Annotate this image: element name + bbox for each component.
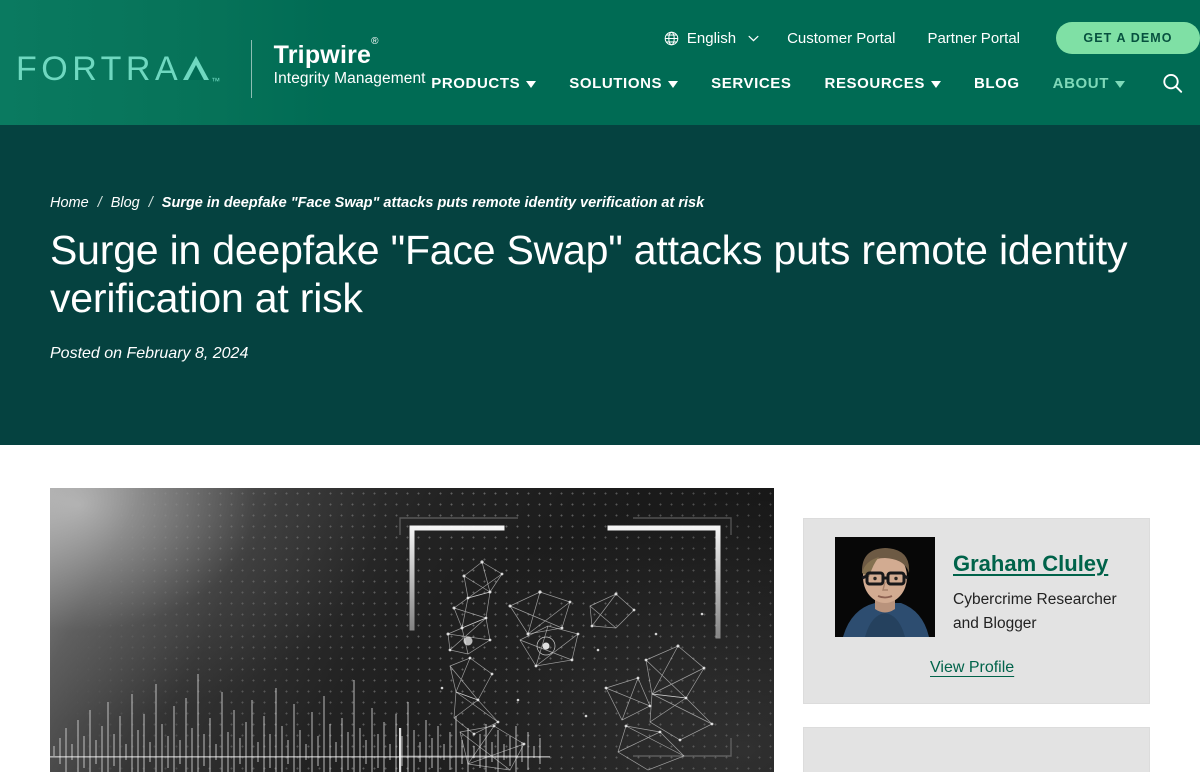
page-title: Surge in deepfake "Face Swap" attacks pu… [50,227,1128,321]
caret-down-icon [930,81,941,88]
partner-portal-link[interactable]: Partner Portal [927,30,1020,47]
chevron-down-icon [748,35,759,41]
fortra-triangle-icon [183,55,210,80]
language-label: English [686,29,737,47]
publish-date: Posted on February 8, 2024 [50,344,249,362]
search-button[interactable] [1161,72,1184,95]
article-hero-image [50,488,774,772]
author-role: Cybercrime Researcher and Blogger [953,591,1117,633]
tripwire-name: Tripwire® [273,36,426,69]
caret-down-icon [1115,81,1125,88]
tripwire-text: Tripwire [273,40,372,69]
author-name-link[interactable]: Graham Cluley [953,551,1108,576]
nav-item-solutions[interactable]: SOLUTIONS [569,75,679,92]
site-header: FORTRA ™ Tripwire® Integrity Management E… [0,0,1200,125]
article-column [50,488,774,772]
nav-label: PRODUCTS [431,75,521,92]
logo-divider [250,40,252,98]
nav-label: SERVICES [711,75,792,92]
author-card: Graham Cluley Cybercrime Researcher and … [803,518,1150,704]
nav-label: RESOURCES [824,75,925,92]
nav-label: SOLUTIONS [569,75,663,92]
author-portrait [835,537,935,637]
nav-item-services[interactable]: SERVICES [711,75,791,92]
breadcrumb: Home / Blog / Surge in deepfake "Face Sw… [50,195,1150,211]
content-area: Graham Cluley Cybercrime Researcher and … [0,445,1200,772]
get-a-demo-button[interactable]: GET A DEMO [1056,22,1200,54]
nav-label: ABOUT [1052,75,1109,92]
breadcrumb-blog[interactable]: Blog [111,195,140,211]
breadcrumb-separator: / [148,195,153,211]
view-profile-link[interactable]: View Profile [930,659,1014,677]
main-navigation: PRODUCTS SOLUTIONS SERVICES RESOURCES BL… [398,72,1184,95]
breadcrumb-separator: / [97,195,102,211]
fortra-wordmark: FORTRA ™ [16,50,225,89]
avatar [835,537,935,637]
search-icon [1163,73,1183,93]
nav-item-resources[interactable]: RESOURCES [825,75,941,92]
nav-item-about[interactable]: ABOUT [1053,75,1125,92]
globe-icon [664,31,679,45]
face-scan-graphic [50,517,732,772]
nav-label: BLOG [973,75,1020,92]
nav-item-products[interactable]: PRODUCTS [431,75,537,92]
sidebar: Graham Cluley Cybercrime Researcher and … [803,488,1150,772]
fortra-trademark: ™ [211,75,225,86]
utility-nav: English Customer Portal Partner Portal G… [664,22,1200,54]
caret-down-icon [526,81,537,88]
brand-logo[interactable]: FORTRA ™ Tripwire® Integrity Management [16,36,426,98]
sidebar-secondary-card[interactable] [803,727,1150,772]
customer-portal-link[interactable]: Customer Portal [787,30,895,47]
language-selector[interactable]: English [664,30,759,47]
breadcrumb-current: Surge in deepfake "Face Swap" attacks pu… [161,195,705,211]
caret-down-icon [668,81,679,88]
nav-item-blog[interactable]: BLOG [974,75,1020,92]
tripwire-registered-mark: ® [371,35,379,47]
fortra-letters: FORTRA [16,49,183,88]
breadcrumb-home[interactable]: Home [50,195,89,211]
page-hero: Home / Blog / Surge in deepfake "Face Sw… [0,125,1200,445]
